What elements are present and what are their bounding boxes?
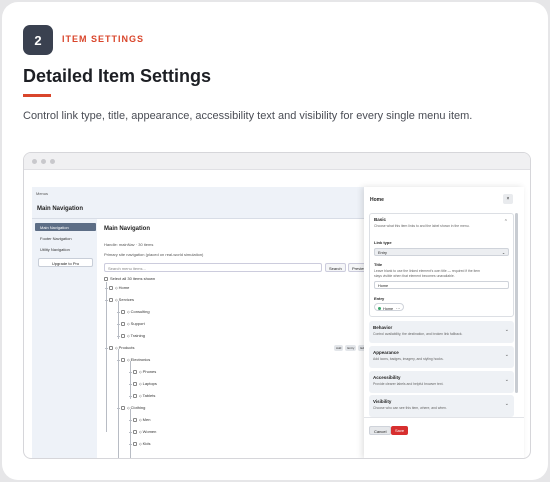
- sidebar-item-footer-navigation[interactable]: Footer Navigation: [35, 234, 96, 242]
- feature-card: 2 ITEM SETTINGS Detailed Item Settings C…: [2, 2, 548, 480]
- accent-rule: [23, 94, 51, 97]
- chevron-down-icon: ⌄: [504, 377, 509, 383]
- checkbox[interactable]: [133, 417, 137, 422]
- app-topbar: Menus: [36, 191, 49, 196]
- link-type-select[interactable]: Entry ⌄: [374, 248, 509, 256]
- tree-item[interactable]: ◇ Products: [105, 345, 134, 350]
- checkbox[interactable]: [133, 441, 137, 446]
- entry-pill[interactable]: Home ⋯: [374, 303, 404, 311]
- row-action-badge[interactable]: Add: [334, 345, 344, 351]
- description-line: Primary site navigation (placed on real-…: [104, 252, 204, 257]
- window-dot-icon: [50, 159, 55, 164]
- sidebar-item-main-navigation[interactable]: Main Navigation: [35, 223, 96, 231]
- sidebar-item-utility-navigation[interactable]: Utility Navigation: [35, 245, 96, 253]
- panel-scrollbar[interactable]: [515, 213, 518, 393]
- tree-item[interactable]: ◇ Support: [117, 321, 145, 326]
- title-label: Title: [374, 262, 383, 267]
- close-icon[interactable]: ×: [503, 194, 513, 204]
- checkbox[interactable]: [121, 357, 125, 362]
- panel-title: Home: [370, 197, 384, 203]
- browser-chrome: [24, 153, 530, 170]
- checkbox[interactable]: [133, 393, 137, 398]
- checkbox[interactable]: [133, 381, 137, 386]
- accessibility-section[interactable]: Accessibility Provide clearer labels and…: [369, 371, 514, 393]
- handle-line: Handle: mainNav · 30 items: [104, 242, 154, 247]
- entry-label: Entry: [374, 296, 385, 301]
- tree-item[interactable]: ◇ Women: [129, 429, 156, 434]
- main-title: Main Navigation: [104, 226, 151, 232]
- tree-item[interactable]: ◇ Clothing: [117, 405, 145, 410]
- tree-item[interactable]: ◇ Laptops: [129, 381, 157, 386]
- tree-item[interactable]: ◇ Electronics: [117, 357, 150, 362]
- cancel-button[interactable]: Cancel: [369, 426, 392, 435]
- chevron-down-icon: ⌄: [504, 401, 509, 407]
- checkbox[interactable]: [133, 369, 137, 374]
- app-title: Main Navigation: [37, 206, 84, 212]
- chevron-up-icon[interactable]: ⌃: [504, 219, 508, 225]
- chevron-down-icon: ⌄: [504, 327, 509, 333]
- section-subtitle: Choose what this item links to and the l…: [374, 224, 470, 228]
- item-settings-panel: Home × Basic Choose what this item links…: [364, 187, 524, 458]
- main-content: Main Navigation Handle: mainNav · 30 ite…: [97, 219, 372, 458]
- chevron-down-icon: ⌄: [504, 352, 509, 358]
- save-button[interactable]: Save: [391, 426, 409, 435]
- chevron-down-icon: ⌄: [501, 251, 505, 255]
- eyebrow-label: ITEM SETTINGS: [62, 34, 145, 44]
- appearance-section[interactable]: Appearance Add icons, badges, imagery, a…: [369, 346, 514, 368]
- title-help: stays visible when that element becomes …: [374, 274, 455, 278]
- checkbox[interactable]: [121, 321, 125, 326]
- tree-item[interactable]: ◇ Men: [129, 417, 150, 422]
- tree-item[interactable]: ◇ Consulting: [117, 309, 150, 314]
- checkbox[interactable]: [109, 345, 113, 350]
- title-help: Leave blank to use the linked element's …: [374, 269, 481, 273]
- row-action-badge[interactable]: Entry: [345, 345, 357, 351]
- sidebar: Main Navigation Footer Navigation Utilit…: [32, 219, 97, 458]
- cms-app: Menus Main Navigation Main Navigation Fo…: [32, 187, 372, 458]
- link-type-label: Link type: [374, 240, 392, 245]
- window-dot-icon: [32, 159, 37, 164]
- status-dot-icon: [378, 306, 381, 310]
- checkbox[interactable]: [121, 333, 125, 338]
- tree-item[interactable]: ◇ Tablets: [129, 393, 155, 398]
- checkbox[interactable]: [121, 309, 125, 314]
- browser-window: Menus Main Navigation Main Navigation Fo…: [23, 152, 531, 459]
- checkbox[interactable]: [133, 429, 137, 434]
- description: Control link type, title, appearance, ac…: [23, 110, 473, 122]
- search-button[interactable]: Search: [325, 263, 346, 272]
- visibility-section[interactable]: Visibility Choose who can see this item,…: [369, 395, 514, 417]
- basic-section: Basic Choose what this item links to and…: [369, 213, 514, 317]
- section-title: Basic: [374, 217, 387, 222]
- tree-item[interactable]: ◇ Kids: [129, 441, 150, 446]
- checkbox[interactable]: [104, 276, 108, 281]
- step-badge: 2: [23, 25, 53, 55]
- title-input[interactable]: Home: [374, 281, 509, 289]
- tree-item[interactable]: ◇ Phones: [129, 369, 156, 374]
- checkbox[interactable]: [121, 405, 125, 410]
- tree-item[interactable]: ◇ Services: [105, 297, 134, 302]
- more-icon[interactable]: ⋯: [396, 307, 400, 311]
- row-actions: Add Entry Edit: [332, 345, 368, 351]
- select-all-row[interactable]: Select all 30 items shown: [104, 276, 155, 281]
- tree-item[interactable]: ◇ Home: [105, 285, 129, 290]
- checkbox[interactable]: [109, 285, 113, 290]
- behavior-section[interactable]: Behavior Control availability, the desti…: [369, 321, 514, 343]
- search-input[interactable]: Search menu items...: [104, 263, 322, 272]
- window-dot-icon: [41, 159, 46, 164]
- tree-item[interactable]: ◇ Training: [117, 333, 145, 338]
- checkbox[interactable]: [109, 297, 113, 302]
- upgrade-button[interactable]: Upgrade to Pro: [38, 258, 93, 267]
- headline: Detailed Item Settings: [23, 66, 212, 86]
